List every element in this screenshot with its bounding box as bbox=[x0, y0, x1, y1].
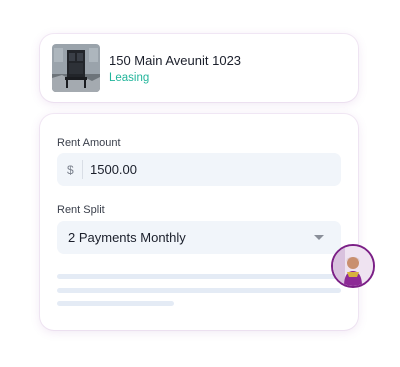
property-thumbnail bbox=[52, 44, 100, 92]
rent-amount-label: Rent Amount bbox=[57, 137, 121, 149]
user-avatar-icon[interactable] bbox=[331, 244, 375, 288]
rent-amount-input[interactable]: $ 1500.00 bbox=[57, 153, 341, 186]
skeleton-line bbox=[57, 301, 174, 306]
rent-form-card: Rent Amount $ 1500.00 Rent Split 2 Payme… bbox=[40, 114, 358, 330]
skeleton-line bbox=[57, 274, 341, 279]
building-photo-icon bbox=[52, 44, 100, 92]
rent-amount-value[interactable]: 1500.00 bbox=[90, 162, 137, 177]
rent-split-select[interactable]: 2 Payments Monthly bbox=[57, 221, 341, 254]
property-card[interactable]: 150 Main Aveunit 1023 Leasing bbox=[40, 34, 358, 102]
property-status: Leasing bbox=[109, 72, 150, 84]
currency-symbol: $ bbox=[67, 163, 74, 177]
input-divider bbox=[82, 160, 83, 179]
skeleton-line bbox=[57, 288, 341, 293]
property-title: 150 Main Aveunit 1023 bbox=[109, 53, 242, 68]
caret-down-icon[interactable] bbox=[314, 235, 324, 240]
rent-split-label: Rent Split bbox=[57, 204, 105, 216]
rent-split-value: 2 Payments Monthly bbox=[68, 230, 186, 245]
